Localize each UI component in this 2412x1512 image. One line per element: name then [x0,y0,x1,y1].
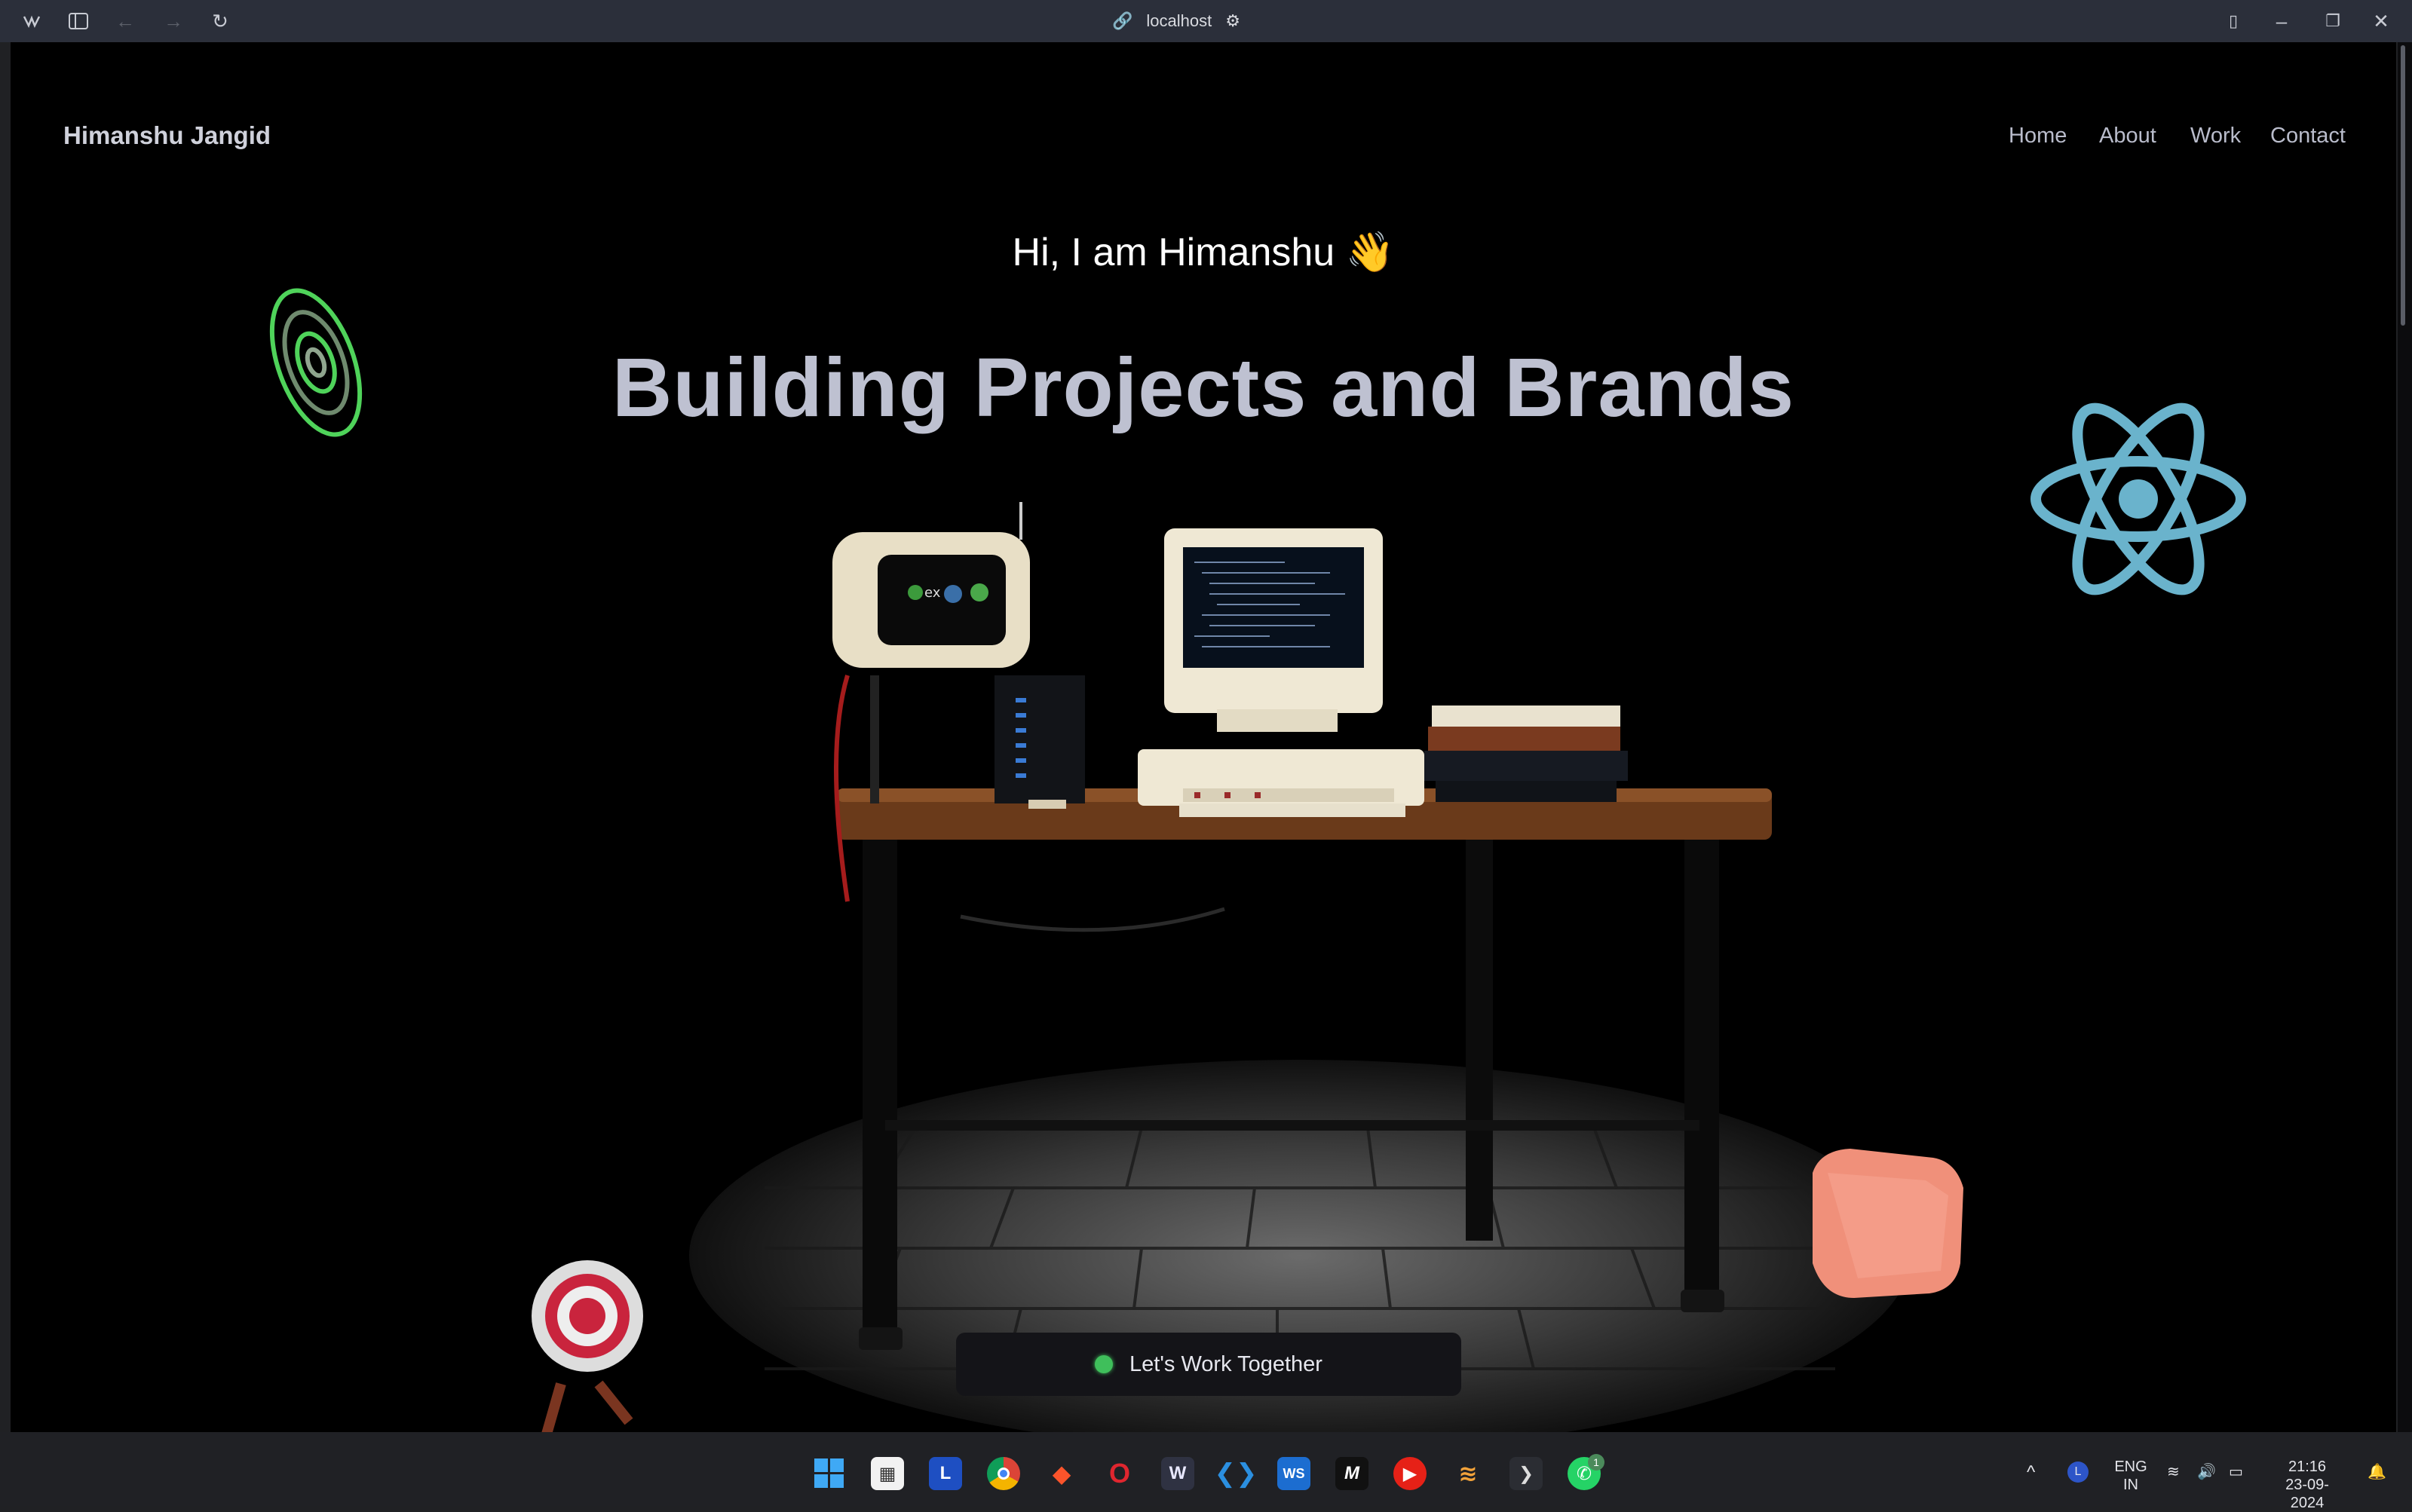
desk-scene: ex [832,502,1772,1350]
chevron-up-icon[interactable]: ^ [2027,1462,2035,1483]
taskbar [0,1432,2412,1506]
date-text: 23-09-2024 [2285,1477,2329,1511]
whatsapp-badge: 1 [1588,1454,1604,1471]
lets-work-together-button[interactable]: Let's Work Together [956,1333,1461,1396]
web-page: Himanshu Jangid Home About Work Contact … [11,42,2396,1432]
url-text: localhost [1146,11,1212,30]
time-text: 21:16 [2288,1458,2327,1475]
close-icon[interactable]: ✕ [2368,8,2395,35]
brave-icon[interactable]: ◆ [1045,1457,1078,1490]
lang-bottom: IN [2123,1477,2138,1493]
target-icon [532,1260,643,1432]
nav-work[interactable]: Work [2190,124,2241,148]
status-dot [1095,1355,1114,1373]
m-app-icon[interactable]: M [1335,1457,1368,1490]
browser-toolbar: ← → ↻ 🔗 localhost ⚙ ▯ – ❐ ✕ [0,0,2412,42]
windows-start-icon[interactable] [813,1457,846,1490]
language-indicator[interactable]: ENG IN [2114,1458,2147,1494]
clock-app-icon[interactable]: L [2067,1461,2089,1483]
vscode-icon[interactable]: ❮❯ [1215,1457,1258,1490]
l-app-label: L [939,1463,952,1483]
l-app-icon[interactable]: L [929,1457,962,1490]
site-brand[interactable]: Himanshu Jangid [63,121,271,150]
battery-icon[interactable]: ▭ [2229,1462,2243,1481]
notification-bell-icon[interactable]: 🔔 [2368,1462,2386,1481]
cta-label: Let's Work Together [1129,1351,1322,1376]
volume-icon[interactable]: 🔊 [2197,1462,2216,1481]
cube-icon [1813,1149,1963,1298]
green-rings-icon [269,288,363,437]
opera-icon[interactable]: O [1103,1457,1136,1490]
react-logo-icon [2030,402,2246,595]
webstorm-label: WS [1283,1465,1305,1481]
minimize-icon[interactable]: – [2268,8,2295,35]
browser-active-icon[interactable]: W [1161,1457,1194,1490]
lang-top: ENG [2114,1458,2147,1475]
site-settings-icon[interactable]: ⚙ [1225,11,1240,31]
wave-icon: 👋 [1345,231,1395,274]
webstorm-icon[interactable]: WS [1277,1457,1310,1490]
address-bar[interactable]: 🔗 localhost ⚙ [1093,6,1259,36]
nav-home[interactable]: Home [2009,124,2067,148]
link-icon: 🔗 [1112,11,1133,30]
restore-icon[interactable]: ❐ [2319,8,2346,35]
clock[interactable]: 21:16 23-09-2024 [2269,1458,2345,1512]
scrollbar-thumb[interactable] [2401,45,2405,326]
sidebar-toggle-icon[interactable] [65,8,92,35]
reload-icon[interactable]: ↻ [207,8,234,35]
greeting: Hi, I am Himanshu 👋 [11,229,2396,275]
chrome-icon[interactable] [987,1457,1020,1490]
microsoft-store-icon[interactable]: ▦ [871,1457,904,1490]
wifi-icon[interactable]: ≋ [2167,1462,2180,1481]
m-app-label: M [1344,1463,1359,1483]
browser-logo-icon[interactable] [18,8,45,35]
forward-icon[interactable]: → [160,8,187,35]
terminal-icon[interactable]: ❯ [1509,1457,1543,1490]
stack-app-icon[interactable]: ≋ [1451,1457,1485,1490]
split-view-icon[interactable]: ▯ [2220,8,2247,35]
youtube-icon[interactable]: ▶ [1393,1457,1427,1490]
greeting-text: Hi, I am Himanshu [1012,231,1335,274]
screen-badge-ex: ex [924,585,941,601]
nav-contact[interactable]: Contact [2270,124,2346,148]
nav-about[interactable]: About [2099,124,2156,148]
back-icon[interactable]: ← [112,8,139,35]
